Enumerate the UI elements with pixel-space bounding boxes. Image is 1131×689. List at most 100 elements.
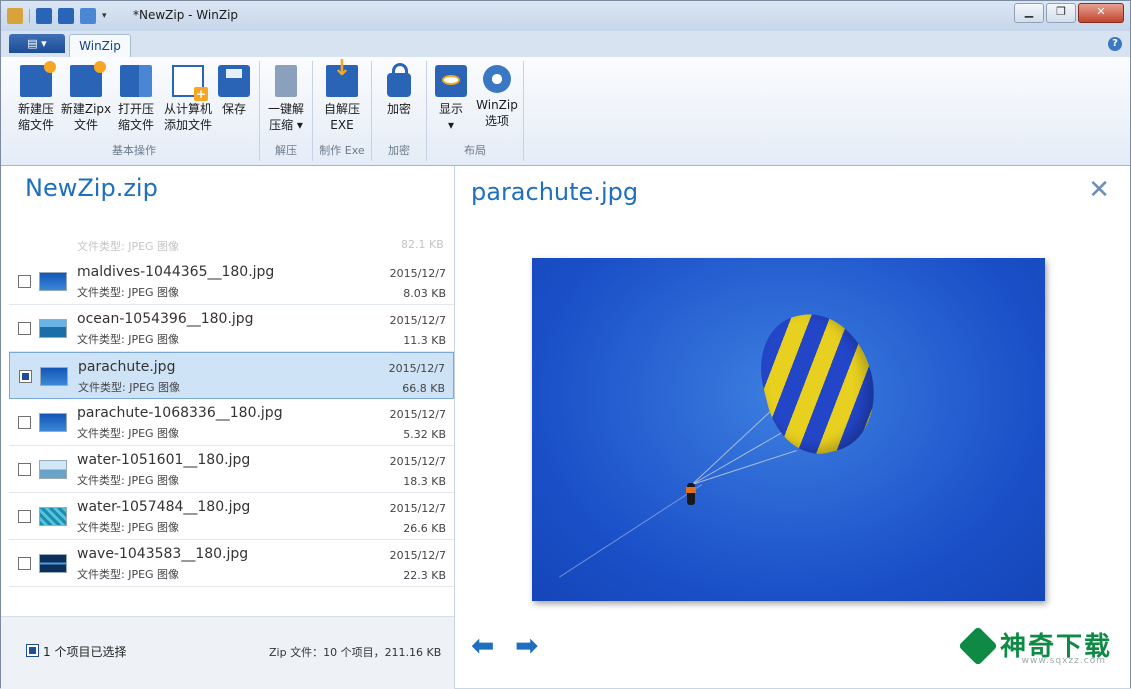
row-checkbox[interactable]	[18, 275, 31, 288]
one-click-unzip-button[interactable]: 一键解 压缩 ▾	[260, 65, 312, 133]
file-size: 8.03 KB	[403, 287, 446, 300]
file-name: maldives-1044365__180.jpg	[77, 264, 275, 280]
winzip-options-label: WinZip 选项	[476, 98, 518, 128]
minimize-button[interactable]: ▁	[1014, 3, 1044, 23]
list-item[interactable]: ocean-1054396__180.jpg 文件类型: JPEG 图像 201…	[9, 305, 454, 352]
preview-title: parachute.jpg	[471, 178, 639, 206]
display-button[interactable]: 显示 ▾	[427, 65, 475, 133]
row-checkbox[interactable]	[18, 557, 31, 570]
encrypt-label: 加密	[386, 102, 411, 116]
file-list-pane: NewZip.zip 文件类型: JPEG 图像 82.1 KB maldive…	[1, 166, 455, 689]
tab-winzip[interactable]: WinZip	[69, 34, 131, 57]
title-bar: ▾ *NewZip - WinZip ▁ ❐ ✕	[1, 1, 1130, 31]
file-size: 66.8 KB	[402, 382, 445, 395]
save-icon[interactable]	[36, 8, 52, 24]
new-zip-icon[interactable]	[58, 8, 74, 24]
parasailer-figure	[686, 483, 696, 505]
open-zip-label: 打开压 缩文件	[117, 102, 154, 132]
list-item[interactable]: parachute-1068336__180.jpg 文件类型: JPEG 图像…	[9, 399, 454, 446]
new-zipx-button[interactable]: 新建Zipx 文件	[57, 61, 115, 133]
list-item[interactable]: wave-1043583__180.jpg 文件类型: JPEG 图像 2015…	[9, 540, 454, 587]
thumbnail-image	[39, 319, 67, 338]
quick-access-toolbar: ▾	[7, 7, 107, 25]
file-date: 2015/12/7	[389, 314, 446, 327]
file-size: 18.3 KB	[403, 475, 446, 488]
file-name: wave-1043583__180.jpg	[77, 546, 249, 562]
select-all-checkbox[interactable]	[26, 644, 39, 657]
encrypt-button[interactable]: 加密	[372, 63, 426, 117]
close-preview-icon[interactable]: ✕	[1088, 177, 1110, 203]
tow-rope	[559, 484, 703, 578]
zip-summary: Zip 文件：10 个项目，211.16 KB	[269, 646, 442, 659]
open-zip-button[interactable]: 打开压 缩文件	[109, 65, 163, 133]
file-size: 22.3 KB	[403, 569, 446, 582]
file-size: 5.32 KB	[403, 428, 446, 441]
group-extract: 一键解 压缩 ▾ 解压	[260, 61, 313, 161]
window-controls: ▁ ❐ ✕	[1014, 3, 1124, 23]
preview-pane: parachute.jpg ✕ ⬅ ➡ 神奇下载 www.sqxzz.com	[455, 166, 1130, 688]
new-zipx-label: 新建Zipx 文件	[60, 102, 112, 132]
file-type: 文件类型: JPEG 图像	[77, 333, 180, 346]
file-date: 2015/12/7	[389, 408, 446, 421]
unzip-icon	[275, 65, 297, 97]
thumbnail-image	[39, 413, 67, 432]
selection-count: 1 个项目已选择	[43, 645, 127, 659]
ribbon: 新建压 缩文件 新建Zipx 文件 打开压 缩文件 从计算机 添加文件 保存 基…	[1, 57, 1130, 166]
thumbnail-image	[39, 554, 67, 573]
self-extract-exe-button[interactable]: 自解压 EXE	[315, 61, 369, 133]
open-icon[interactable]	[80, 8, 96, 24]
gear-icon	[483, 65, 511, 93]
one-click-unzip-label: 一键解 压缩 ▾	[267, 102, 304, 132]
next-arrow-icon[interactable]: ➡	[515, 632, 538, 660]
file-menu-button[interactable]: ▤ ▾	[9, 34, 65, 53]
file-name: parachute.jpg	[78, 359, 176, 375]
watermark-url: www.sqxzz.com	[1021, 656, 1106, 666]
self-extract-icon	[326, 61, 358, 97]
customize-dropdown-icon[interactable]: ▾	[102, 11, 107, 21]
close-button[interactable]: ✕	[1078, 3, 1124, 23]
file-size: 11.3 KB	[403, 334, 446, 347]
row-checkbox[interactable]	[18, 510, 31, 523]
row-checkbox[interactable]	[18, 463, 31, 476]
save-label: 保存	[221, 102, 246, 116]
file-name: water-1051601__180.jpg	[77, 452, 251, 468]
group-label-extract: 解压	[275, 144, 297, 157]
lock-icon	[387, 63, 411, 97]
partially-hidden-row-size: 82.1 KB	[401, 238, 444, 251]
eye-icon	[435, 65, 467, 97]
group-make-exe: 自解压 EXE 制作 Exe	[313, 61, 372, 161]
file-type: 文件类型: JPEG 图像	[77, 427, 180, 440]
file-type: 文件类型: JPEG 图像	[77, 286, 180, 299]
list-item-selected[interactable]: parachute.jpg 文件类型: JPEG 图像 2015/12/7 66…	[9, 352, 454, 399]
partially-hidden-row-type: 文件类型: JPEG 图像	[77, 240, 180, 253]
thumbnail-image	[40, 367, 68, 386]
maximize-button[interactable]: ❐	[1046, 3, 1076, 23]
new-zip-label: 新建压 缩文件	[17, 102, 54, 132]
file-type: 文件类型: JPEG 图像	[77, 474, 180, 487]
file-size: 26.6 KB	[403, 522, 446, 535]
window-title: *NewZip - WinZip	[133, 8, 239, 22]
row-checkbox[interactable]	[18, 322, 31, 335]
self-extract-label: 自解压 EXE	[323, 102, 360, 132]
file-name: ocean-1054396__180.jpg	[77, 311, 254, 327]
row-checkbox-checked[interactable]	[19, 370, 32, 383]
group-encrypt: 加密 加密	[372, 61, 427, 161]
list-item[interactable]: maldives-1044365__180.jpg 文件类型: JPEG 图像 …	[9, 258, 454, 305]
help-icon[interactable]: ?	[1108, 37, 1122, 51]
winzip-options-button[interactable]: WinZip 选项	[471, 65, 523, 129]
new-zip-button[interactable]: 新建压 缩文件	[9, 61, 63, 133]
ribbon-tab-row: ▤ ▾ WinZip ?	[1, 31, 1130, 58]
group-label-encrypt: 加密	[388, 144, 410, 157]
save-button[interactable]: 保存	[207, 65, 261, 117]
previous-arrow-icon[interactable]: ⬅	[471, 632, 494, 660]
preview-image	[532, 258, 1045, 601]
toolbar-separator	[29, 9, 30, 23]
file-type: 文件类型: JPEG 图像	[77, 521, 180, 534]
thumbnail-image	[39, 460, 67, 479]
list-item[interactable]: water-1057484__180.jpg 文件类型: JPEG 图像 201…	[9, 493, 454, 540]
winzip-window: ▾ *NewZip - WinZip ▁ ❐ ✕ ▤ ▾ WinZip ? 新建…	[0, 0, 1131, 689]
list-item[interactable]: water-1051601__180.jpg 文件类型: JPEG 图像 201…	[9, 446, 454, 493]
thumbnail-image	[39, 272, 67, 291]
winzip-app-icon[interactable]	[7, 8, 23, 24]
row-checkbox[interactable]	[18, 416, 31, 429]
